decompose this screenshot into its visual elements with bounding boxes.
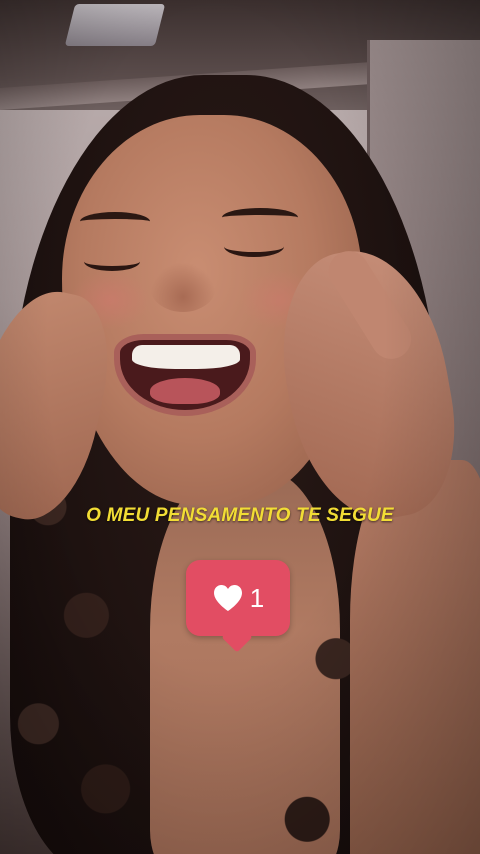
video-frame[interactable]: O MEU PENSAMENTO TE SEGUE 1 — [0, 0, 480, 854]
like-count: 1 — [249, 582, 265, 613]
like-notification-badge: 1 — [186, 560, 290, 636]
heart-icon — [212, 583, 244, 613]
left-eye — [84, 252, 140, 271]
tongue — [150, 378, 220, 404]
right-eye — [224, 236, 284, 257]
right-eyebrow — [222, 208, 298, 227]
shelf-object — [64, 4, 166, 46]
teeth — [132, 345, 240, 369]
nose — [150, 262, 216, 312]
video-caption: O MEU PENSAMENTO TE SEGUE — [86, 505, 394, 526]
left-eyebrow — [80, 212, 150, 231]
